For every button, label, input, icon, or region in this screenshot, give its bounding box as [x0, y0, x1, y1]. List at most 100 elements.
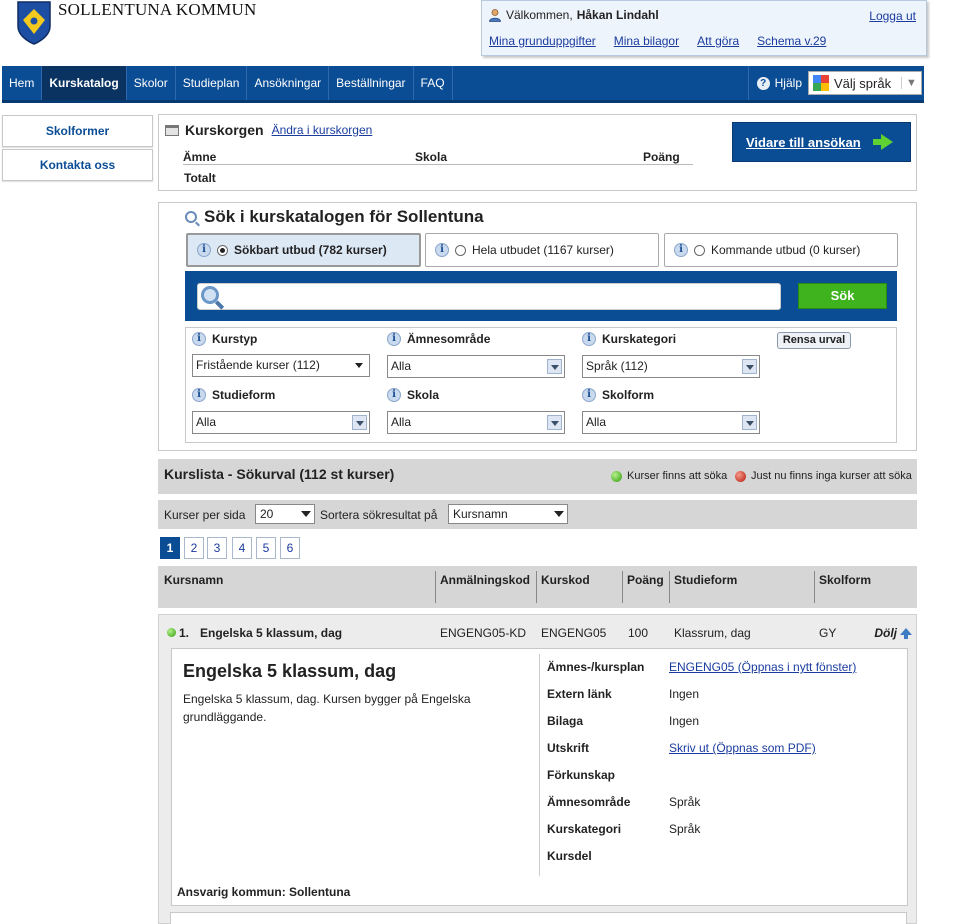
page-5[interactable]: 5: [256, 537, 276, 559]
page-3[interactable]: 3: [207, 537, 227, 559]
filter-kurskategori-select[interactable]: Språk (112): [582, 355, 760, 378]
basket-header: Ämne Skola Poäng: [183, 150, 693, 165]
user-icon: [489, 9, 501, 22]
sidebar-item-skolformer[interactable]: Skolformer: [2, 115, 153, 147]
info-icon[interactable]: i: [582, 388, 596, 402]
nav-item-skolor[interactable]: Skolor: [127, 66, 176, 100]
radio-unselected[interactable]: [455, 244, 466, 256]
info-icon[interactable]: i: [387, 388, 401, 402]
info-icon[interactable]: i: [197, 243, 211, 257]
chevron-down-icon: [742, 415, 757, 430]
search-input[interactable]: [197, 283, 781, 310]
column-studieform[interactable]: Studieform: [674, 573, 737, 601]
schedule-link[interactable]: Schema v.29: [757, 34, 826, 48]
detail-label-forkunskap: Förkunskap: [547, 768, 616, 782]
radio-unselected[interactable]: [694, 244, 705, 256]
clear-selection-button[interactable]: Rensa urval: [777, 332, 851, 349]
select-value: 20: [260, 507, 274, 521]
basket-total: Totalt: [184, 171, 216, 185]
column-divider: [536, 571, 537, 603]
info-icon[interactable]: i: [674, 243, 688, 257]
sort-select[interactable]: Kursnamn: [448, 504, 568, 524]
info-icon[interactable]: i: [192, 388, 206, 402]
page-4[interactable]: 4: [232, 537, 252, 559]
nav-item-faq[interactable]: FAQ: [414, 66, 453, 100]
welcome-text: Välkommen,: [506, 8, 573, 22]
radio-selected[interactable]: [217, 244, 228, 256]
label-text: Kurstyp: [212, 332, 258, 346]
todo-link[interactable]: Att göra: [697, 34, 739, 48]
main-nav: Hem Kurskatalog Skolor Studieplan Ansökn…: [2, 66, 924, 103]
table-header: Kursnamn Anmälningskod Kurskod Poäng Stu…: [158, 566, 917, 608]
option-kommande-utbud[interactable]: i Kommande utbud (0 kurser): [664, 233, 898, 267]
label-text: Ämnesområde: [407, 332, 491, 346]
search-icon: [185, 211, 197, 223]
option-sokbart-utbud[interactable]: i Sökbart utbud (782 kurser): [186, 233, 421, 267]
logout-link[interactable]: Logga ut: [869, 9, 916, 23]
course-basket: Kurskorgen Ändra i kurskorgen Ämne Skola…: [158, 114, 917, 191]
sidebar-item-kontakta-oss[interactable]: Kontakta oss: [2, 149, 153, 181]
course-plan-link[interactable]: ENGENG05 (Öppnas i nytt fönster): [669, 660, 856, 674]
nav-item-bestallningar[interactable]: Beställningar: [329, 66, 414, 100]
legend-label: Kurser finns att söka: [627, 470, 728, 482]
column-kurskod[interactable]: Kurskod: [541, 573, 590, 601]
nav-item-ansokningar[interactable]: Ansökningar: [247, 66, 330, 100]
column-kursnamn[interactable]: Kursnamn: [164, 573, 223, 601]
language-select[interactable]: Välj språk ▼: [808, 71, 922, 95]
edit-basket-link[interactable]: Ändra i kurskorgen: [272, 123, 373, 137]
filter-amnesomrade-select[interactable]: Alla: [387, 355, 565, 378]
municipality-logo: [16, 0, 52, 46]
column-poang[interactable]: Poäng: [627, 573, 664, 601]
user-links: Mina grunduppgifter Mina bilagor Att gör…: [489, 34, 826, 48]
column-skolform[interactable]: Skolform: [819, 573, 871, 601]
info-icon[interactable]: i: [192, 332, 206, 346]
continue-to-application-button[interactable]: Vidare till ansökan: [732, 122, 911, 162]
search-bar: Sök: [185, 271, 897, 321]
option-label: Sökbart utbud (782 kurser): [234, 243, 387, 257]
responsible-municipality: Ansvarig kommun: Sollentuna: [177, 885, 351, 899]
select-value: Alla: [391, 359, 412, 373]
filter-skolform-select[interactable]: Alla: [582, 411, 760, 434]
continue-label: Vidare till ansökan: [746, 134, 861, 150]
welcome-panel: Välkommen, Håkan Lindahl Logga ut Mina g…: [481, 0, 927, 56]
info-icon[interactable]: i: [387, 332, 401, 346]
chevron-down-icon: ▼: [901, 77, 921, 89]
filter-skolform-label: i Skolform: [582, 388, 654, 402]
per-page-select[interactable]: 20: [255, 504, 315, 524]
print-pdf-link[interactable]: Skriv ut (Öppnas som PDF): [669, 741, 816, 755]
info-icon[interactable]: i: [435, 243, 449, 257]
select-value: Språk (112): [586, 359, 648, 373]
chevron-down-icon: [547, 415, 562, 430]
detail-label-extern: Extern länk: [547, 687, 612, 701]
page-2[interactable]: 2: [184, 537, 204, 559]
my-attachments-link[interactable]: Mina bilagor: [614, 34, 679, 48]
help-link[interactable]: ? Hjälp: [756, 76, 802, 90]
hide-details-toggle[interactable]: Dölj: [874, 626, 912, 640]
search-button[interactable]: Sök: [798, 283, 887, 309]
my-basic-info-link[interactable]: Mina grunduppgifter: [489, 34, 596, 48]
detail-label-amnesplan: Ämnes-/kursplan: [547, 660, 645, 674]
nav-item-hem[interactable]: Hem: [2, 66, 43, 100]
info-icon[interactable]: i: [582, 332, 596, 346]
filter-kurstyp-select[interactable]: Fristående kurser (112): [192, 354, 370, 377]
chevron-down-icon: [742, 359, 757, 374]
page-1[interactable]: 1: [160, 537, 180, 559]
basket-col-skola: Skola: [415, 150, 448, 164]
row-course-name[interactable]: Engelska 5 klassum, dag: [200, 626, 342, 640]
filter-skola-select[interactable]: Alla: [387, 411, 565, 434]
column-anmalningskod[interactable]: Anmälningskod: [440, 573, 530, 601]
select-value: Alla: [391, 415, 412, 429]
basket-title: Kurskorgen: [185, 122, 264, 138]
page-6[interactable]: 6: [280, 537, 300, 559]
green-dot-icon: [611, 470, 622, 482]
option-hela-utbudet[interactable]: i Hela utbudet (1167 kurser): [425, 233, 659, 267]
row-number: 1.: [179, 626, 190, 640]
filter-kurstyp-label: i Kurstyp: [192, 332, 257, 346]
nav-item-kurskatalog[interactable]: Kurskatalog: [42, 66, 127, 100]
row-skolform: GY: [819, 626, 837, 640]
arrow-right-icon: [872, 134, 893, 150]
label-text: Studieform: [212, 388, 276, 402]
filter-studieform-select[interactable]: Alla: [192, 411, 370, 434]
nav-item-studieplan[interactable]: Studieplan: [176, 66, 248, 100]
details-divider: [539, 654, 540, 876]
